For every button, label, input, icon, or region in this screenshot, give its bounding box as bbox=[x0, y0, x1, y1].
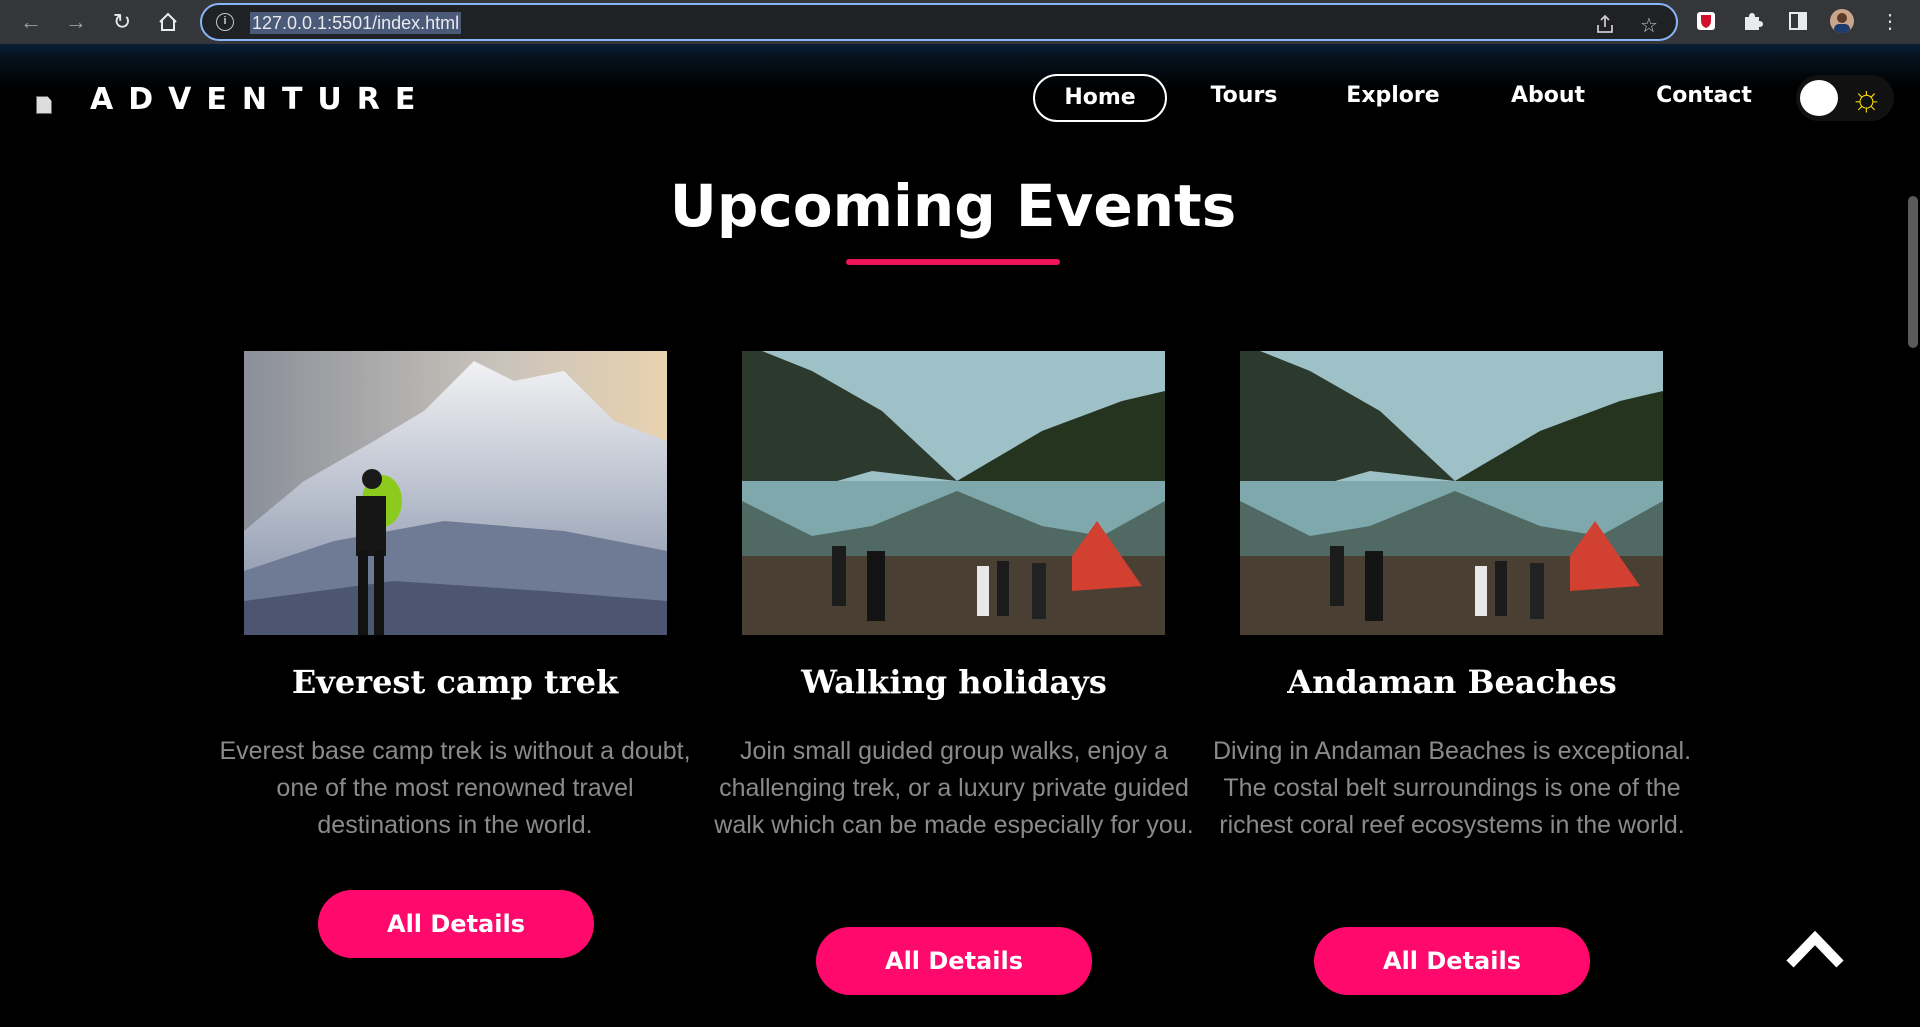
home-icon[interactable] bbox=[154, 8, 182, 36]
url-text[interactable]: 127.0.0.1:5501/index.html bbox=[250, 12, 462, 34]
nav-home[interactable]: Home bbox=[1033, 74, 1167, 122]
card-title: Walking holidays bbox=[801, 663, 1107, 701]
card-description: Everest base camp trek is without a doub… bbox=[219, 737, 691, 839]
card-title: Everest camp trek bbox=[291, 663, 619, 701]
logo-text[interactable]: ADVENTURE bbox=[90, 82, 430, 117]
star-icon[interactable]: ☆ bbox=[1640, 13, 1658, 38]
card-description: Diving in Andaman Beaches is exceptional… bbox=[1212, 737, 1692, 839]
theme-toggle[interactable]: ☼ bbox=[1796, 75, 1894, 121]
all-details-button[interactable]: All Details bbox=[318, 890, 594, 958]
reload-icon[interactable]: ↻ bbox=[108, 8, 136, 36]
browser-toolbar: ← → ↻ i 127.0.0.1:5501/index.html ☆ ⋮ bbox=[0, 0, 1920, 44]
nav-contact[interactable]: Contact bbox=[1646, 74, 1762, 122]
chevron-up-icon[interactable] bbox=[1784, 930, 1846, 970]
nav-tours[interactable]: Tours bbox=[1194, 74, 1294, 122]
title-underline bbox=[846, 259, 1060, 265]
toggle-knob bbox=[1800, 80, 1838, 116]
puzzle-icon[interactable] bbox=[1740, 9, 1764, 33]
mountain-hiker-image bbox=[244, 351, 667, 635]
extension-shield-icon[interactable] bbox=[1694, 9, 1718, 33]
site-info-icon[interactable]: i bbox=[216, 13, 234, 31]
nav-explore[interactable]: Explore bbox=[1338, 74, 1448, 122]
side-panel-icon[interactable] bbox=[1786, 9, 1810, 33]
arrow-right-icon[interactable]: → bbox=[62, 8, 90, 36]
share-icon[interactable] bbox=[1594, 13, 1616, 41]
avatar[interactable] bbox=[1830, 9, 1854, 33]
scrollbar-thumb[interactable] bbox=[1908, 196, 1918, 348]
all-details-button[interactable]: All Details bbox=[1314, 927, 1590, 995]
lake-camp-image bbox=[742, 351, 1165, 635]
kebab-menu-icon[interactable]: ⋮ bbox=[1878, 9, 1902, 33]
section-title: Upcoming Events bbox=[669, 172, 1237, 240]
card-description: Join small guided group walks, enjoy a c… bbox=[714, 737, 1194, 839]
sun-icon: ☼ bbox=[1850, 77, 1883, 118]
all-details-button[interactable]: All Details bbox=[816, 927, 1092, 995]
nav-about[interactable]: About bbox=[1496, 74, 1600, 122]
card-title: Andaman Beaches bbox=[1287, 663, 1617, 701]
address-bar[interactable]: i 127.0.0.1:5501/index.html ☆ bbox=[200, 3, 1678, 41]
broken-logo-image[interactable] bbox=[36, 96, 56, 116]
lake-camp-image bbox=[1240, 351, 1663, 635]
arrow-left-icon[interactable]: ← bbox=[17, 8, 45, 36]
